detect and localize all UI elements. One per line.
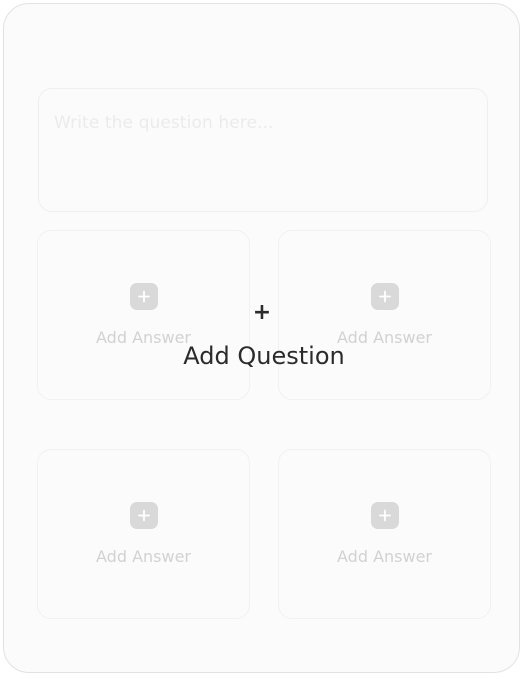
add-question-overlay[interactable]: + Add Question xyxy=(4,4,519,672)
add-question-plus-icon: + xyxy=(252,300,272,325)
question-card: Write the question here... Add Answer Ad… xyxy=(3,3,520,673)
add-question-label: Add Question xyxy=(183,342,345,370)
